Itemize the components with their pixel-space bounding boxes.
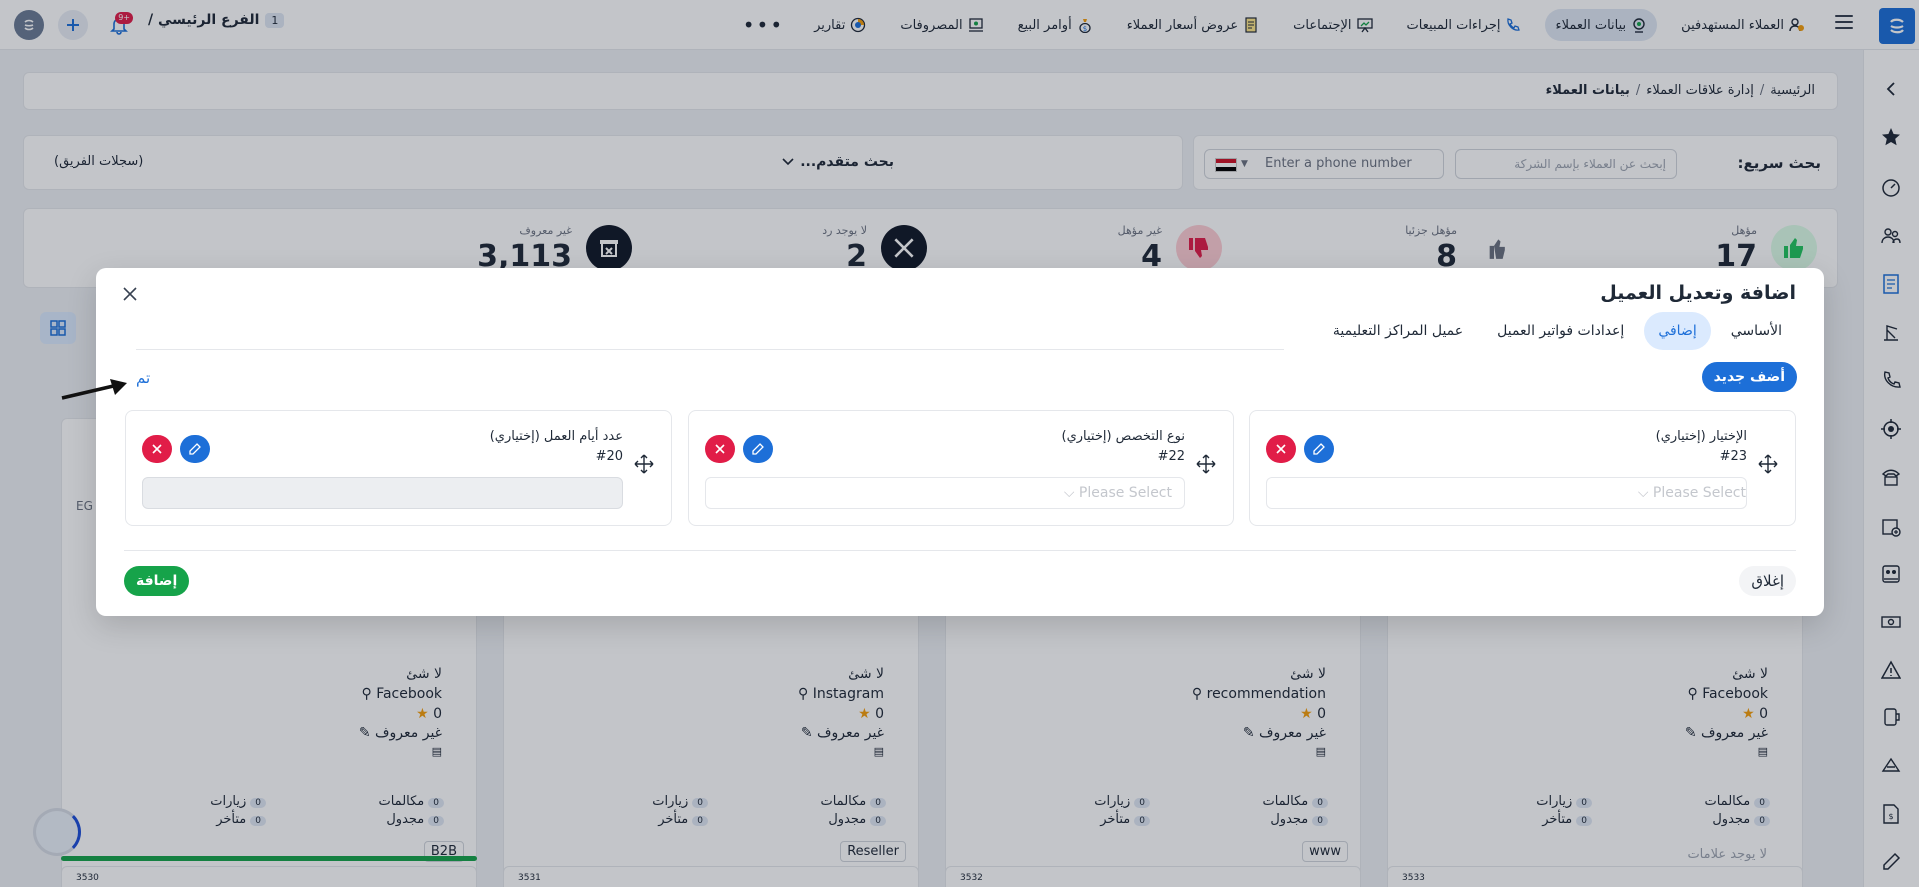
delete-field-button[interactable] [1266, 435, 1296, 463]
close-icon [715, 444, 725, 454]
close-button[interactable]: إغلاق [1739, 566, 1796, 596]
custom-field-card: الإختيار (إختياري) #23 Please Select ⌵ [1249, 410, 1796, 526]
close-icon[interactable] [121, 285, 139, 303]
field-select[interactable]: Please Select ⌵ [705, 477, 1185, 509]
field-label: الإختيار (إختياري) [1655, 429, 1747, 444]
modal-footer-divider [124, 550, 1796, 551]
submit-add-button[interactable]: إضافة [124, 566, 190, 596]
field-id: #20 [595, 449, 623, 464]
custom-field-card: عدد أيام العمل (إختياري) #20 [125, 410, 672, 526]
field-label: عدد أيام العمل (إختياري) [489, 429, 623, 444]
field-label: نوع التخصص (إختياري) [1061, 429, 1186, 444]
custom-field-card: نوع التخصص (إختياري) #22 Please Select ⌵ [688, 410, 1234, 526]
add-new-button[interactable]: أضف جديد [1701, 362, 1797, 392]
done-link[interactable]: تم [136, 369, 150, 387]
field-select[interactable]: Please Select ⌵ [1266, 477, 1747, 509]
edit-field-button[interactable] [743, 435, 773, 463]
tab-basic[interactable]: الأساسي [1717, 312, 1796, 350]
tab-invoice-settings[interactable]: إعدادات فواتير العميل [1483, 312, 1638, 350]
modal-title: اضافة وتعديل العميل [1600, 282, 1796, 304]
pencil-icon [189, 443, 201, 455]
field-id: #22 [1157, 449, 1185, 464]
tab-additional[interactable]: إضافي [1644, 312, 1711, 350]
delete-field-button[interactable] [142, 435, 172, 463]
move-drag-icon[interactable] [1196, 454, 1216, 474]
move-drag-icon[interactable] [634, 454, 654, 474]
add-edit-customer-modal: اضافة وتعديل العميل الأساسي إضافي إعدادا… [96, 268, 1824, 616]
move-drag-icon[interactable] [1758, 454, 1778, 474]
annotation-arrow-icon [61, 379, 127, 400]
close-icon [1276, 444, 1286, 454]
edit-field-button[interactable] [180, 435, 210, 463]
field-text-input[interactable] [142, 477, 623, 509]
delete-field-button[interactable] [705, 435, 735, 463]
edit-field-button[interactable] [1304, 435, 1334, 463]
pencil-icon [752, 443, 764, 455]
close-icon [152, 444, 162, 454]
pencil-icon [1313, 443, 1325, 455]
modal-tabs: الأساسي إضافي إعدادات فواتير العميل عميل… [1286, 312, 1796, 358]
tabs-divider [136, 349, 1284, 350]
field-id: #23 [1719, 449, 1747, 464]
tab-education-centers[interactable]: عميل المراكز التعليمية [1319, 312, 1477, 350]
